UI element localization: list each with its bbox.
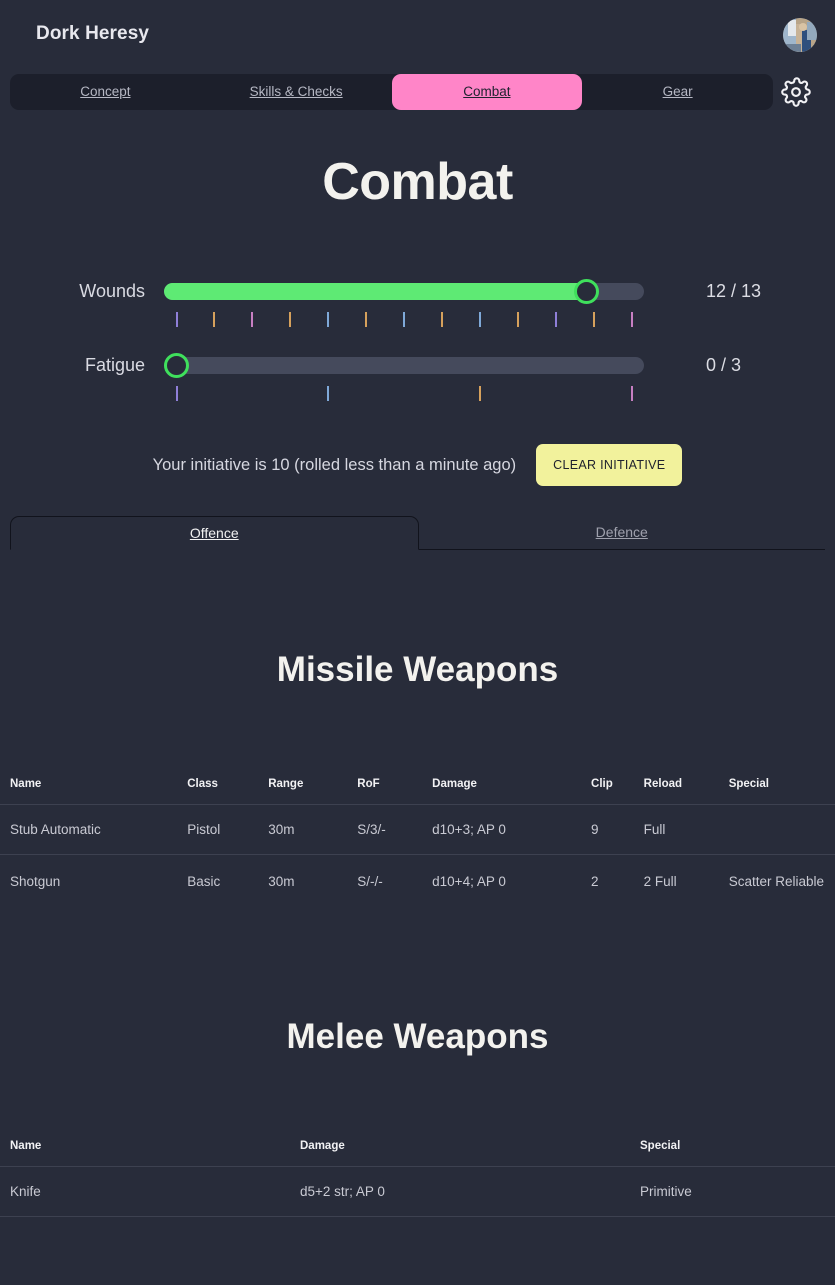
offence-defence-tabs: Offence Defence — [0, 516, 835, 550]
fatigue-slider-row: Fatigue 0 / 3 — [0, 348, 835, 382]
missile-weapons-title: Missile Weapons — [276, 650, 559, 689]
melee-weapons-title: Melee Weapons — [286, 1016, 549, 1056]
cell-range: 30m — [268, 853, 358, 909]
gear-icon — [781, 77, 811, 107]
cell-class: Basic — [187, 853, 269, 909]
wounds-slider-thumb[interactable] — [573, 278, 599, 304]
tick-mark — [365, 312, 368, 327]
fatigue-track — [164, 356, 644, 374]
tick-mark — [516, 312, 519, 327]
fatigue-slider-thumb[interactable] — [164, 352, 189, 378]
col-damage: Damage — [432, 778, 477, 790]
tick-mark — [327, 386, 330, 401]
fatigue-value: 0 / 3 — [706, 354, 742, 375]
col-class: Class — [187, 778, 218, 790]
cell-damage: d10+4; AP 0 — [432, 853, 592, 909]
col-range: Range — [268, 778, 304, 790]
wounds-slider[interactable] — [164, 274, 644, 308]
tick-mark — [175, 386, 178, 401]
tick-mark — [630, 386, 633, 401]
nav-item-skills-and-checks[interactable]: Skills & Checks — [201, 74, 392, 110]
app-title: Dork Heresy — [36, 23, 150, 44]
nav-item-combat[interactable]: Combat — [391, 74, 583, 110]
col-special: Special — [640, 1139, 681, 1152]
user-avatar[interactable] — [783, 18, 817, 52]
missile-weapons-table: Name Class Range RoF Damage Clip Reload … — [0, 778, 835, 909]
cell-clip: 2 — [591, 853, 644, 909]
main-navigation: Concept Skills & Checks Combat Gear — [0, 68, 835, 116]
page-title: Combat — [322, 153, 513, 211]
col-special: Special — [728, 778, 769, 790]
cell-special — [728, 804, 835, 855]
wounds-track-fill — [164, 282, 586, 300]
nav-item-gear[interactable]: Gear — [582, 74, 773, 110]
nav-pill-group: Concept Skills & Checks Combat Gear — [10, 74, 773, 110]
table-row[interactable]: Knife d5+2 str; AP 0 Primitive — [0, 1165, 835, 1217]
initiative-text: Your initiative is 10 (rolled less than … — [152, 455, 517, 474]
col-damage: Damage — [300, 1139, 345, 1152]
fatigue-ticks-row — [0, 382, 835, 404]
cell-rof: S/-/- — [357, 853, 433, 909]
ticks-spacer — [0, 308, 164, 330]
wounds-slider-row: Wounds 12 / 13 — [0, 274, 835, 308]
settings-button[interactable] — [773, 77, 819, 107]
tick-mark — [251, 312, 254, 327]
cell-name: Stub Automatic — [0, 804, 188, 855]
cell-special: Primitive — [640, 1165, 835, 1217]
tick-mark — [175, 312, 178, 327]
col-name: Name — [10, 1139, 42, 1152]
tick-mark — [592, 312, 595, 327]
col-reload: Reload — [643, 778, 683, 790]
tick-mark — [630, 312, 633, 327]
tick-mark — [478, 312, 481, 327]
col-clip: Clip — [591, 778, 613, 790]
wounds-tick-marks — [164, 308, 644, 330]
fatigue-slider[interactable] — [164, 348, 644, 382]
wounds-value: 12 / 13 — [706, 280, 762, 301]
cell-damage: d5+2 str; AP 0 — [300, 1165, 640, 1217]
cell-name: Shotgun — [0, 853, 188, 909]
avatar-image — [783, 18, 817, 52]
cell-reload: 2 Full — [643, 853, 729, 909]
clear-initiative-button[interactable]: CLEAR INITIATIVE — [536, 444, 683, 486]
ticks-spacer — [0, 382, 164, 404]
cell-damage: d10+3; AP 0 — [432, 804, 592, 855]
col-rof: RoF — [357, 778, 380, 790]
tick-mark — [440, 312, 443, 327]
tick-mark — [478, 386, 481, 401]
cell-reload: Full — [643, 804, 729, 855]
fatigue-tick-marks — [164, 382, 644, 404]
fatigue-label: Fatigue — [84, 354, 145, 375]
cell-name: Knife — [0, 1165, 300, 1217]
melee-weapons-table: Name Damage Special Knife d5+2 str; AP 0… — [0, 1140, 835, 1217]
cell-range: 30m — [268, 804, 358, 855]
nav-item-concept[interactable]: Concept — [10, 74, 201, 110]
table-row[interactable]: Stub Automatic Pistol 30m S/3/- d10+3; A… — [0, 804, 835, 855]
wounds-ticks-row — [0, 308, 835, 330]
tick-mark — [327, 312, 330, 327]
wounds-label: Wounds — [79, 280, 145, 301]
table-row[interactable]: Shotgun Basic 30m S/-/- d10+4; AP 0 2 2 … — [0, 853, 835, 909]
cell-rof: S/3/- — [357, 804, 433, 855]
table-header-row: Name Class Range RoF Damage Clip Reload … — [0, 778, 835, 805]
cell-special: Scatter Reliable — [728, 853, 835, 909]
cell-clip: 9 — [591, 804, 644, 855]
stat-sliders: Wounds 12 / 13 Fatigue 0 / 3 — [0, 274, 835, 404]
initiative-row: Your initiative is 10 (rolled less than … — [0, 444, 835, 486]
tick-mark — [554, 312, 557, 327]
tick-mark — [213, 312, 216, 327]
tick-mark — [289, 312, 292, 327]
table-header-row: Name Damage Special — [0, 1140, 835, 1167]
app-header: Dork Heresy — [0, 0, 835, 68]
tick-mark — [403, 312, 405, 327]
tab-offence[interactable]: Offence — [10, 516, 419, 550]
cell-class: Pistol — [187, 804, 269, 855]
col-name: Name — [10, 778, 42, 790]
tab-defence[interactable]: Defence — [418, 516, 825, 550]
